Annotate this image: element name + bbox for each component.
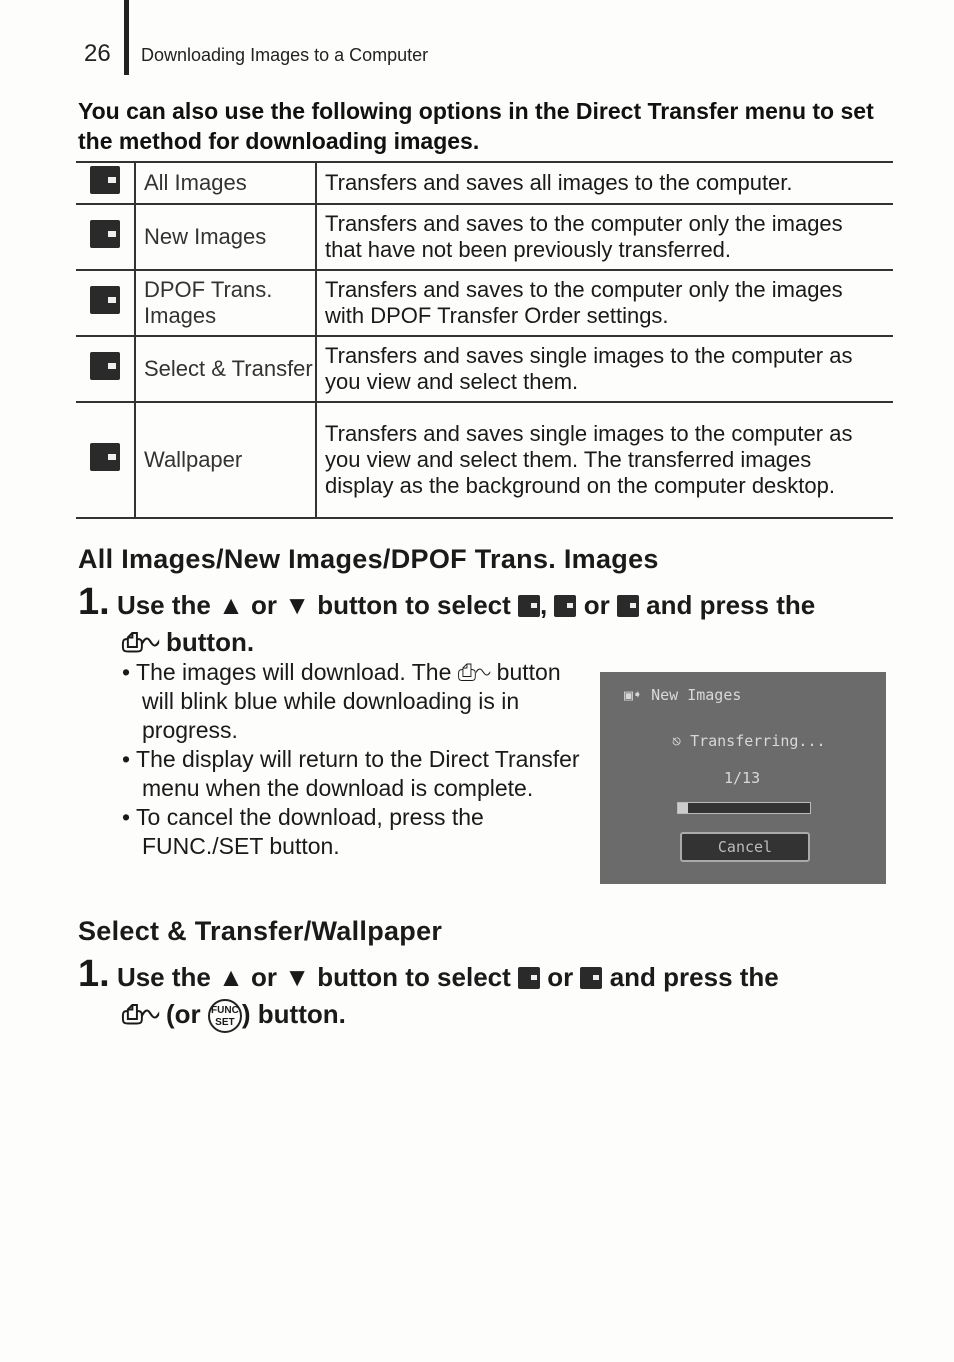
screen-title: ▣➧ New Images <box>624 686 742 704</box>
section-heading: Select & Transfer/Wallpaper <box>78 916 443 946</box>
option-name: Wallpaper <box>135 401 317 519</box>
step-number: 1. <box>78 581 110 623</box>
step-text: (or <box>166 999 201 1029</box>
progress-fill <box>678 803 689 813</box>
all-images-icon <box>518 595 541 617</box>
wallpaper-icon <box>90 443 120 471</box>
option-description: Transfers and saves to the computer only… <box>316 203 893 271</box>
option-name: New Images <box>135 203 317 271</box>
step-text: or <box>583 590 610 620</box>
option-name: All Images <box>135 161 317 205</box>
option-name: DPOF Trans. Images <box>135 269 317 337</box>
func-set-icon: FUNC SET <box>207 999 242 1034</box>
wallpaper-icon <box>580 967 603 989</box>
transfer-count: 1/13 <box>724 769 761 787</box>
dpof-images-icon <box>90 286 120 314</box>
table-row: New Images Transfers and saves to the co… <box>76 203 893 271</box>
transfer-status: ⎋ Transferring... <box>672 732 826 750</box>
progress-bar <box>677 802 811 814</box>
bullet-text: The images will download. The ⎙∿ button … <box>136 659 561 743</box>
bullet-list: • The images will download. The ⎙∿ butto… <box>122 658 582 861</box>
table-row: Select & Transfer Transfers and saves si… <box>76 335 893 403</box>
options-table: All Images Transfers and saves all image… <box>76 161 893 519</box>
option-description: Transfers and saves single images to the… <box>316 401 893 519</box>
print-share-icon: ⎙∿ <box>122 627 159 657</box>
intro-text: You can also use the following options i… <box>78 98 874 154</box>
bullet-item: • The images will download. The ⎙∿ butto… <box>122 659 561 743</box>
step-text: or <box>547 962 574 992</box>
select-transfer-icon <box>90 352 120 380</box>
select-transfer-icon <box>518 967 541 989</box>
section-heading: All Images/New Images/DPOF Trans. Images <box>78 544 659 574</box>
header-divider <box>124 0 129 75</box>
step-text: and press the <box>609 962 779 992</box>
page-number: 26 <box>84 40 111 67</box>
new-images-icon <box>90 220 120 248</box>
step-text: Use the ▲ or ▼ button to select <box>116 590 511 620</box>
option-description: Transfers and saves single images to the… <box>316 335 893 403</box>
option-name: Select & Transfer <box>135 335 317 403</box>
bullet-item: • To cancel the download, press the FUNC… <box>122 804 484 859</box>
dpof-images-icon <box>616 595 639 617</box>
step-text: and press the <box>646 590 816 620</box>
table-row: All Images Transfers and saves all image… <box>76 161 893 205</box>
step-number: 1. <box>78 953 110 995</box>
bullet-text: To cancel the download, press the FUNC./… <box>136 804 484 859</box>
bullet-item: • The display will return to the Direct … <box>122 746 580 801</box>
bullet-text: The display will return to the Direct Tr… <box>136 746 580 801</box>
print-share-icon: ⎙∿ <box>122 999 159 1029</box>
step-instruction: 1. Use the ▲ or ▼ button to select or an… <box>78 953 898 1034</box>
all-images-icon <box>90 166 120 194</box>
table-row: Wallpaper Transfers and saves single ima… <box>76 401 893 519</box>
running-title: Downloading Images to a Computer <box>141 45 429 65</box>
cancel-button[interactable]: Cancel <box>680 832 810 862</box>
option-description: Transfers and saves to the computer only… <box>316 269 893 337</box>
step-text: button. <box>166 627 255 657</box>
option-description: Transfers and saves all images to the co… <box>316 161 893 205</box>
step-instruction: 1. Use the ▲ or ▼ button to select , or … <box>78 581 816 657</box>
camera-screen: ▣➧ New Images ⎋ Transferring... 1/13 Can… <box>600 672 886 884</box>
new-images-icon <box>554 595 577 617</box>
step-text: Use the ▲ or ▼ button to select <box>116 962 511 992</box>
table-row: DPOF Trans. Images Transfers and saves t… <box>76 269 893 337</box>
step-text: ) button. <box>241 999 346 1029</box>
